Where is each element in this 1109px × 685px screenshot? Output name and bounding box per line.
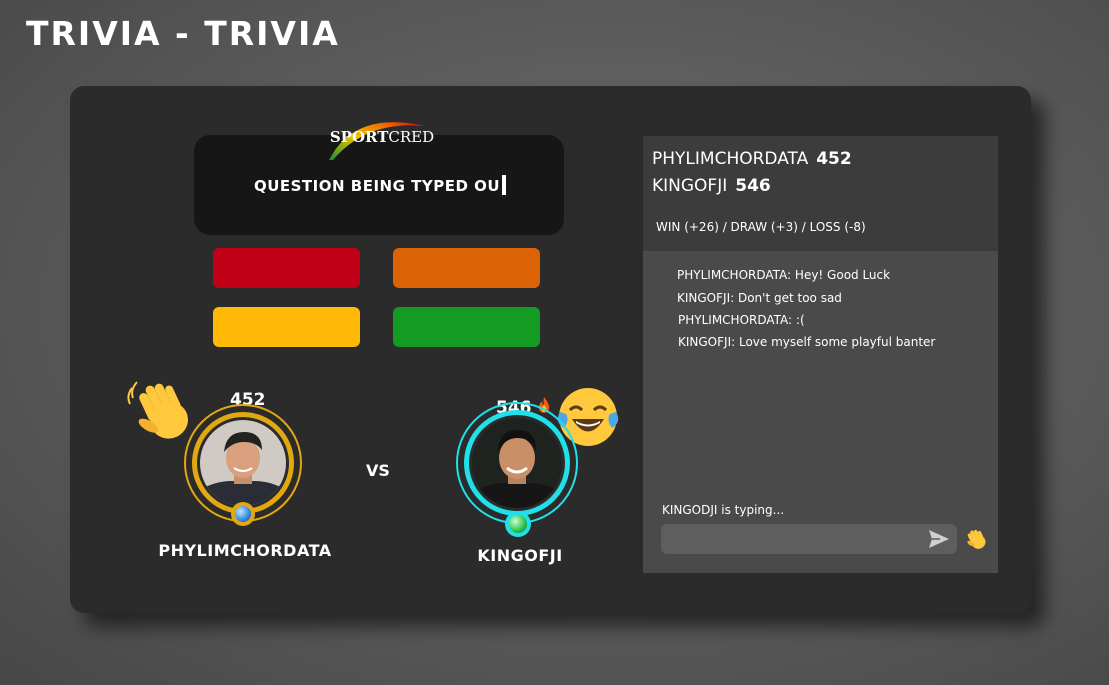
logo-cred: CRED — [388, 128, 435, 146]
chat-header-player1-name: PHYLIMCHORDATA — [652, 149, 809, 169]
game-panel: SPORTCRED QUESTION BEING TYPED OU 452 PH… — [70, 86, 1031, 613]
chat-message: KINGOFJI: Don't get too sad — [677, 291, 842, 305]
chat-message: KINGOFJI: Love myself some playful bante… — [678, 335, 936, 349]
chat-header-player2-score: 546 — [735, 176, 771, 196]
answer-button-4[interactable] — [393, 307, 540, 347]
answer-button-3[interactable] — [213, 307, 360, 347]
vs-label: VS — [366, 461, 390, 480]
sportcred-logo: SPORTCRED — [327, 108, 437, 166]
player2-name: KINGOFJI — [477, 546, 563, 565]
chat-header: PHYLIMCHORDATA 452 KINGOFJI 546 WIN (+26) … — [643, 136, 998, 251]
page-title: TRIVIA - TRIVIA — [26, 14, 340, 53]
blue-orb-icon — [231, 502, 255, 526]
logo-wordmark: SPORTCRED — [327, 128, 437, 146]
logo-sport: SPORT — [329, 128, 389, 146]
scoring-rules: WIN (+26) / DRAW (+3) / LOSS (-8) — [656, 220, 866, 234]
player2-avatar[interactable] — [472, 418, 562, 508]
player1-avatar[interactable] — [200, 420, 286, 506]
chat-header-player1: PHYLIMCHORDATA 452 — [652, 149, 852, 169]
question-text: QUESTION BEING TYPED OU — [70, 174, 690, 198]
chat-panel: PHYLIMCHORDATA 452 KINGOFJI 546 WIN (+26) … — [643, 136, 998, 573]
answer-button-1[interactable] — [213, 248, 360, 288]
send-icon[interactable] — [927, 528, 951, 550]
chat-message: PHYLIMCHORDATA: :( — [678, 313, 805, 327]
player1-name: PHYLIMCHORDATA — [158, 541, 332, 560]
chat-header-player1-score: 452 — [816, 149, 852, 169]
waving-hand-icon — [124, 374, 198, 448]
chat-header-player2-name: KINGOFJI — [652, 176, 728, 196]
chat-header-player2: KINGOFJI 546 — [652, 176, 771, 196]
green-orb-icon — [505, 511, 531, 537]
answer-button-2[interactable] — [393, 248, 540, 288]
text-cursor — [502, 175, 507, 195]
chat-message: PHYLIMCHORDATA: Hey! Good Luck — [677, 268, 891, 282]
question-label: QUESTION BEING TYPED OU — [253, 177, 501, 195]
wave-button-icon[interactable] — [963, 526, 989, 552]
chat-input[interactable] — [661, 524, 957, 554]
typing-indicator: KINGODJI is typing... — [662, 503, 785, 517]
